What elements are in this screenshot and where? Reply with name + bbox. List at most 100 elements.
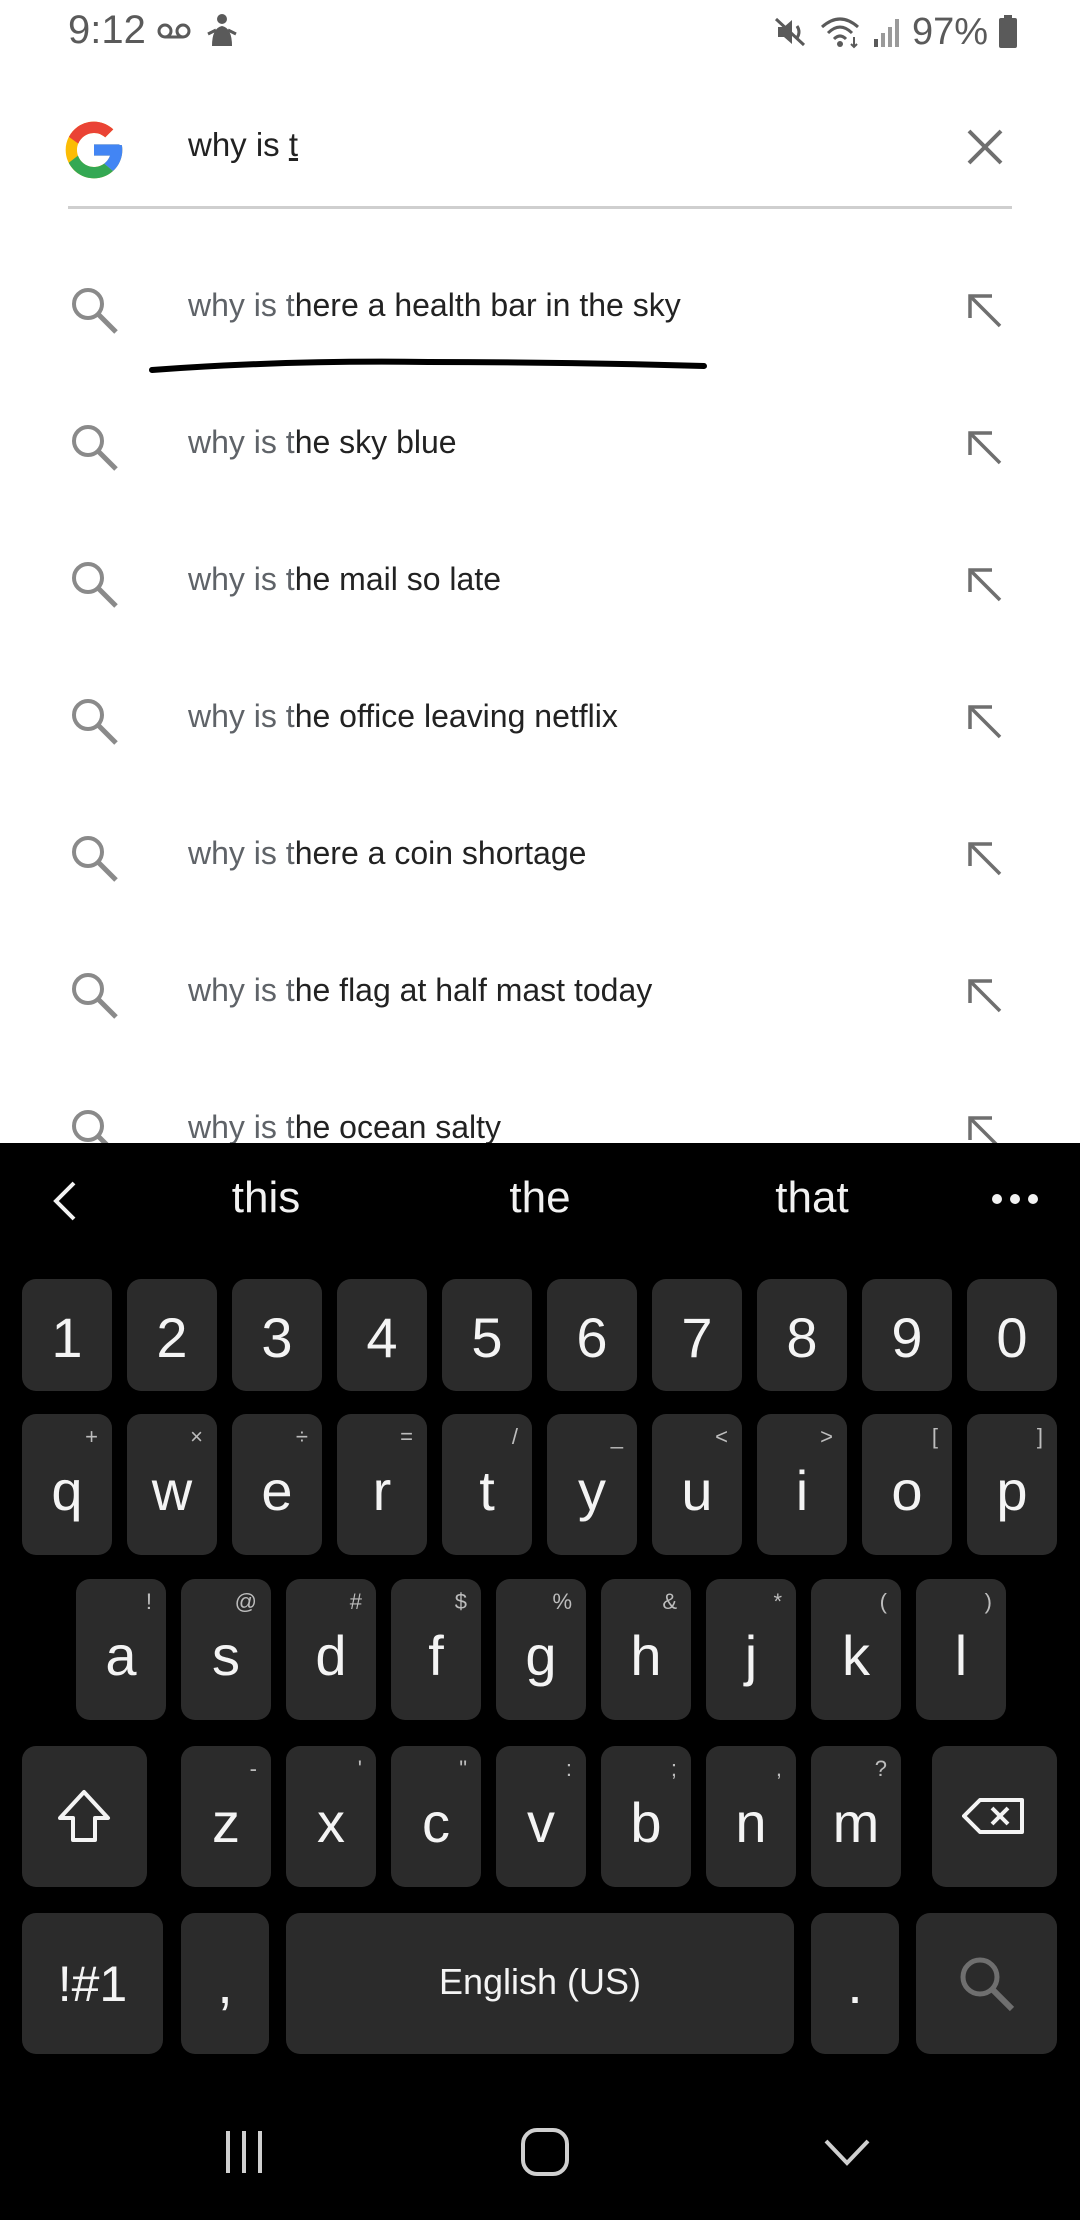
recent-apps-icon[interactable]: [222, 2129, 266, 2175]
key-8[interactable]: 8: [757, 1279, 847, 1391]
fill-query-arrow-icon[interactable]: [964, 701, 1004, 741]
key-c[interactable]: " c: [391, 1746, 481, 1887]
search-key[interactable]: [916, 1913, 1057, 2054]
suggestion-item[interactable]: why is the office leaving netflix: [0, 651, 1080, 788]
comma-key[interactable]: ,: [181, 1913, 269, 2054]
suggestion-prefix: why is t: [188, 561, 295, 597]
key-k[interactable]: (k: [811, 1579, 901, 1720]
key-b[interactable]: ; b: [601, 1746, 691, 1887]
suggestion-item[interactable]: why is the sky blue: [0, 377, 1080, 514]
search-icon: [960, 1957, 1015, 2012]
suggestion-item[interactable]: why is the mail so late: [0, 514, 1080, 651]
prediction-word[interactable]: that: [712, 1173, 912, 1223]
search-icon: [72, 562, 118, 608]
key-7[interactable]: 7: [652, 1279, 742, 1391]
close-icon[interactable]: [960, 122, 1010, 172]
suggestion-item[interactable]: why is the flag at half mast today: [0, 925, 1080, 1062]
key-w[interactable]: × w: [127, 1414, 217, 1555]
key-6[interactable]: 6: [547, 1279, 637, 1391]
key-label: n: [735, 1791, 767, 1854]
suggestion-prefix: why is t: [188, 698, 295, 734]
key-alt-label: ÷: [295, 1424, 308, 1449]
suggestion-prefix: why is t: [188, 835, 295, 871]
fill-query-arrow-icon[interactable]: [964, 1112, 1004, 1143]
search-icon: [72, 973, 118, 1019]
key-f[interactable]: $ f: [391, 1579, 481, 1720]
prediction-word[interactable]: this: [166, 1173, 366, 1223]
key-g[interactable]: % g: [496, 1579, 586, 1720]
key-alt-label: !: [145, 1589, 152, 1614]
fill-query-arrow-icon[interactable]: [964, 290, 1004, 330]
key-alt-label: /: [511, 1424, 518, 1449]
key-label: 6: [576, 1306, 608, 1369]
person-icon: [207, 14, 237, 46]
key-4[interactable]: 4: [337, 1279, 427, 1391]
prediction-word[interactable]: the: [440, 1173, 640, 1223]
symbols-key[interactable]: !#1: [22, 1913, 163, 2054]
google-logo-icon: [65, 121, 123, 179]
fill-query-arrow-icon[interactable]: [964, 427, 1004, 467]
key-p[interactable]: ] p: [967, 1414, 1057, 1555]
key-label: p: [996, 1459, 1028, 1522]
suggestion-item[interactable]: why is the ocean salty: [0, 1062, 1080, 1143]
key-0[interactable]: 0: [967, 1279, 1057, 1391]
key-alt-label: =: [400, 1424, 413, 1449]
key-5[interactable]: 5: [442, 1279, 532, 1391]
key-x[interactable]: ' x: [286, 1746, 376, 1887]
key-d[interactable]: # d: [286, 1579, 376, 1720]
key-alt-label: ): [984, 1589, 992, 1614]
key-label: 8: [786, 1306, 818, 1369]
key-e[interactable]: ÷ e: [232, 1414, 322, 1555]
key-label: d: [315, 1624, 347, 1687]
wifi-icon: [820, 17, 859, 49]
key-v[interactable]: :v: [496, 1746, 586, 1887]
key-r[interactable]: = r: [337, 1414, 427, 1555]
back-icon[interactable]: [822, 2135, 872, 2169]
shift-key[interactable]: [22, 1746, 147, 1887]
key-alt-label: ,: [775, 1756, 782, 1781]
fill-query-arrow-icon[interactable]: [964, 564, 1004, 604]
key-label: 5: [471, 1306, 503, 1369]
fill-query-arrow-icon[interactable]: [964, 975, 1004, 1015]
key-t[interactable]: / t: [442, 1414, 532, 1555]
key-label: b: [630, 1791, 662, 1854]
search-input[interactable]: why is t: [188, 126, 298, 164]
period-key[interactable]: .: [811, 1913, 899, 2054]
key-i[interactable]: > i: [757, 1414, 847, 1555]
key-alt-label: #: [349, 1589, 362, 1614]
key-y[interactable]: _ y: [547, 1414, 637, 1555]
key-z[interactable]: -z: [181, 1746, 271, 1887]
status-time: 9:12: [68, 8, 146, 52]
key-u[interactable]: < u: [652, 1414, 742, 1555]
key-alt-label: :: [565, 1756, 572, 1781]
key-s[interactable]: @ s: [181, 1579, 271, 1720]
key-a[interactable]: ! a: [76, 1579, 166, 1720]
key-j[interactable]: * j: [706, 1579, 796, 1720]
suggestion-text: why is the office leaving netflix: [188, 698, 618, 735]
key-h[interactable]: & h: [601, 1579, 691, 1720]
fill-query-arrow-icon[interactable]: [964, 838, 1004, 878]
space-key[interactable]: English (US): [286, 1913, 794, 2054]
suggestion-text: why is the mail so late: [188, 561, 501, 598]
key-o[interactable]: [o: [862, 1414, 952, 1555]
key-label: j: [744, 1624, 758, 1687]
suggestion-completion: here a health bar in the sky: [294, 287, 681, 323]
key-n[interactable]: ,n: [706, 1746, 796, 1887]
key-alt-label: ': [357, 1756, 362, 1781]
key-label: z: [212, 1791, 240, 1854]
more-options-icon[interactable]: [990, 1191, 1040, 1207]
key-9[interactable]: 9: [862, 1279, 952, 1391]
suggestion-completion: he sky blue: [294, 424, 457, 460]
backspace-key[interactable]: [932, 1746, 1057, 1887]
home-icon[interactable]: [520, 2127, 570, 2177]
key-m[interactable]: ? m: [811, 1746, 901, 1887]
mute-icon: [774, 17, 805, 47]
key-3[interactable]: 3: [232, 1279, 322, 1391]
key-1[interactable]: 1: [22, 1279, 112, 1391]
suggestion-item[interactable]: why is there a coin shortage: [0, 788, 1080, 925]
key-l[interactable]: ) l: [916, 1579, 1006, 1720]
key-label: 4: [366, 1306, 398, 1369]
chevron-left-icon[interactable]: [48, 1179, 82, 1223]
key-q[interactable]: + q: [22, 1414, 112, 1555]
key-2[interactable]: 2: [127, 1279, 217, 1391]
